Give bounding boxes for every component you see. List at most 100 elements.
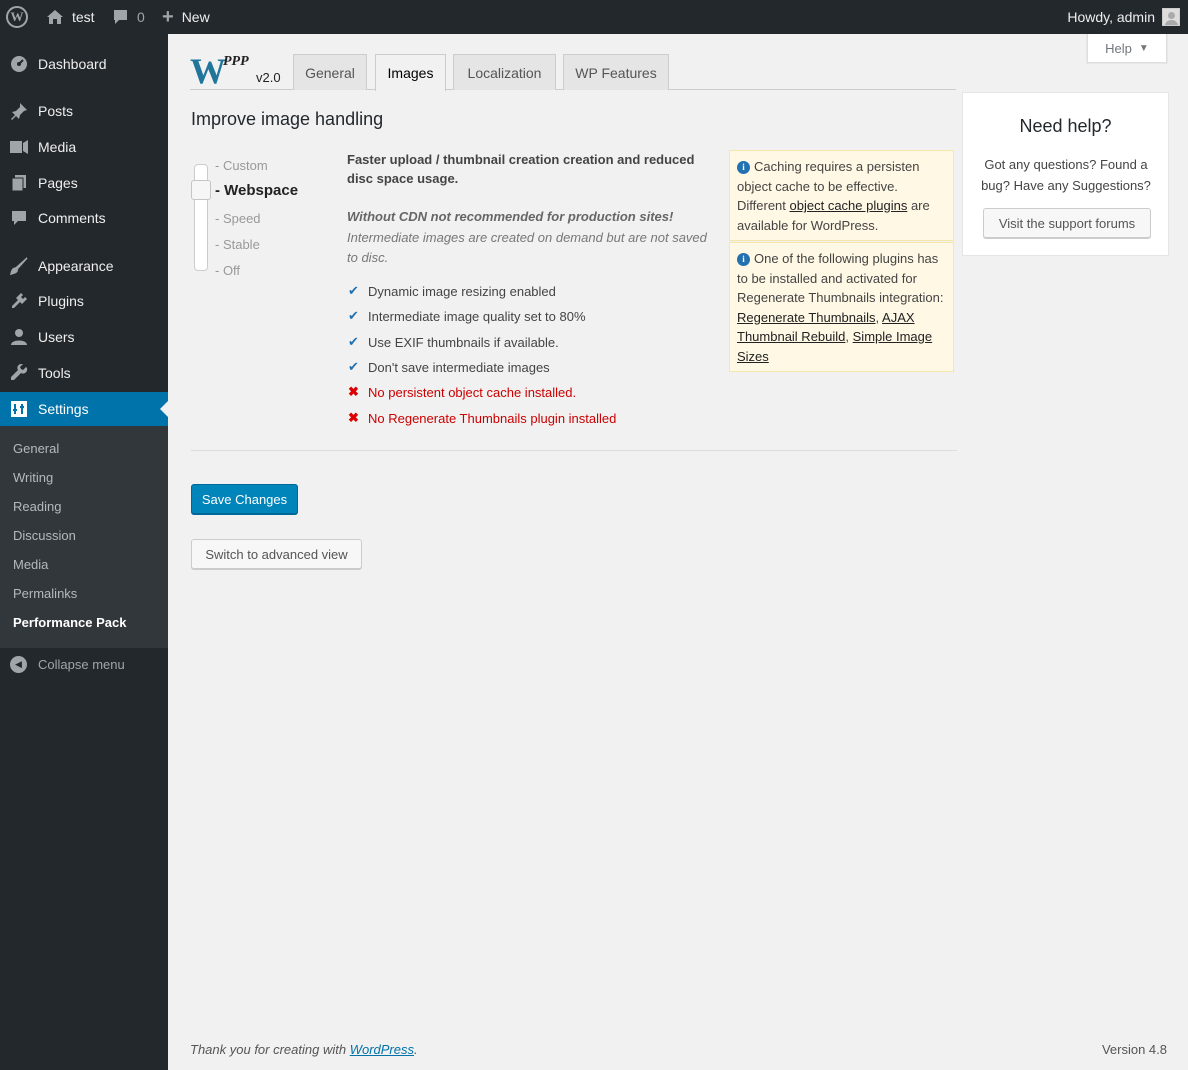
- level-custom[interactable]: - Custom: [215, 158, 268, 173]
- submenu-discussion[interactable]: Discussion: [13, 528, 76, 543]
- howdy-text: Howdy, admin: [1067, 9, 1155, 25]
- info-icon: i: [737, 161, 750, 174]
- avatar: [1162, 8, 1180, 26]
- check-text: Intermediate image quality set to 80%: [368, 308, 586, 324]
- checkmark-icon: ✔: [348, 334, 359, 349]
- comments-count: 0: [137, 9, 145, 25]
- submenu-writing[interactable]: Writing: [13, 470, 53, 485]
- menu-label: Settings: [38, 401, 89, 417]
- advanced-view-button[interactable]: Switch to advanced view: [191, 539, 362, 569]
- collapse-menu-button[interactable]: ◀ Collapse menu: [0, 652, 168, 676]
- collapse-arrow-icon: ◀: [10, 655, 27, 673]
- comment-bubble-icon: [112, 9, 129, 25]
- dashboard-icon: [0, 55, 38, 73]
- new-content-link[interactable]: + New: [162, 0, 210, 34]
- checkmark-icon: ✔: [348, 283, 359, 298]
- checkmark-icon: ✔: [348, 308, 359, 323]
- wordpress-logo-menu[interactable]: W: [6, 0, 30, 34]
- menu-label: Posts: [38, 103, 74, 119]
- submenu-general[interactable]: General: [13, 441, 59, 456]
- users-icon: [0, 328, 38, 346]
- help-box: Need help? Got any questions? Found a bu…: [962, 92, 1169, 256]
- pages-icon: [0, 174, 38, 192]
- submenu-media[interactable]: Media: [13, 557, 48, 572]
- help-box-title: Need help?: [1019, 116, 1112, 136]
- object-cache-plugins-link[interactable]: object cache plugins: [790, 198, 908, 213]
- submenu-reading[interactable]: Reading: [13, 499, 61, 514]
- menu-media[interactable]: Media: [0, 130, 168, 164]
- menu-tools[interactable]: Tools: [0, 356, 168, 390]
- menu-label: Pages: [38, 175, 78, 191]
- site-name-link[interactable]: test: [46, 0, 95, 34]
- plug-icon: [0, 292, 38, 310]
- checkmark-icon: ✔: [348, 359, 359, 374]
- pin-icon: [0, 102, 38, 120]
- logo-ppp: PPP: [223, 54, 249, 69]
- footer-version: Version 4.8: [1101, 1042, 1167, 1057]
- tab-localization[interactable]: Localization: [453, 54, 556, 90]
- menu-comments[interactable]: Comments: [0, 201, 168, 235]
- notice-text: One of the following plugins has to be i…: [737, 251, 944, 305]
- new-label: New: [181, 9, 210, 25]
- help-tab-button[interactable]: Help ▼: [1087, 34, 1167, 63]
- wordpress-link[interactable]: WordPress: [350, 1042, 414, 1057]
- object-cache-notice: i Caching requires a persisten object cac…: [729, 150, 954, 241]
- wrench-icon: [0, 364, 38, 382]
- check-text: Use EXIF thumbnails if available.: [368, 334, 559, 350]
- tab-images[interactable]: Images: [375, 54, 446, 91]
- check-item: ✔ Dynamic image resizing enabled: [348, 283, 556, 299]
- cross-icon: ✖: [348, 410, 359, 425]
- menu-pages[interactable]: Pages: [0, 166, 168, 200]
- save-changes-button[interactable]: Save Changes: [191, 484, 298, 514]
- section-heading: Improve image handling: [191, 109, 384, 129]
- check-text: No Regenerate Thumbnails plugin installe…: [368, 410, 617, 426]
- menu-settings[interactable]: Settings: [0, 392, 168, 426]
- level-warning: Without CDN not recommended for producti…: [347, 207, 721, 268]
- separator: ,: [845, 329, 853, 344]
- tab-general[interactable]: General: [293, 54, 367, 90]
- menu-dashboard[interactable]: Dashboard: [0, 47, 168, 81]
- help-box-text: Got any questions? Found a bug? Have any…: [981, 157, 1151, 193]
- check-text: Don't save intermediate images: [368, 359, 550, 375]
- submenu-permalinks[interactable]: Permalinks: [13, 586, 77, 601]
- comments-link[interactable]: 0: [112, 0, 145, 34]
- admin-bar: W test 0 + New Howdy, admin: [0, 0, 1188, 34]
- logo-mark: W: [190, 51, 226, 91]
- settings-icon: [0, 400, 38, 418]
- caret-down-icon: ▼: [1138, 42, 1149, 54]
- menu-posts[interactable]: Posts: [0, 94, 168, 128]
- menu-label: Dashboard: [38, 56, 107, 72]
- tab-wp-features[interactable]: WP Features: [563, 54, 669, 90]
- slider-handle[interactable]: [191, 180, 211, 200]
- menu-plugins[interactable]: Plugins: [0, 284, 168, 318]
- divider: [191, 450, 957, 451]
- level-stable[interactable]: - Stable: [215, 237, 260, 252]
- support-forums-button[interactable]: Visit the support forums: [983, 208, 1151, 238]
- menu-users[interactable]: Users: [0, 320, 168, 354]
- check-text: No persistent object cache installed.: [368, 384, 577, 400]
- home-icon: [46, 9, 64, 25]
- menu-label: Tools: [38, 365, 71, 381]
- footer-text: Thank you for creating with: [190, 1042, 350, 1057]
- regenerate-thumbnails-link[interactable]: Regenerate Thumbnails: [737, 310, 876, 325]
- warning-bold: Without CDN not recommended for producti…: [347, 209, 674, 224]
- regenerate-thumbnails-notice: i One of the following plugins has to be …: [729, 242, 954, 372]
- submenu-performance-pack[interactable]: Performance Pack: [13, 615, 126, 630]
- wordpress-logo-icon: W: [6, 6, 28, 28]
- brush-icon: [0, 257, 38, 275]
- my-account-menu[interactable]: Howdy, admin: [1067, 0, 1180, 34]
- footer-text: .: [414, 1042, 418, 1057]
- menu-label: Media: [38, 139, 77, 155]
- menu-appearance[interactable]: Appearance: [0, 249, 168, 283]
- menu-label: Appearance: [38, 258, 114, 274]
- level-speed[interactable]: - Speed: [215, 211, 261, 226]
- level-off[interactable]: - Off: [215, 263, 240, 278]
- footer-thanks: Thank you for creating with WordPress.: [190, 1042, 418, 1057]
- warning-text: Intermediate images are created on deman…: [347, 230, 707, 265]
- check-item-error: ✖ No Regenerate Thumbnails plugin instal…: [348, 410, 616, 426]
- menu-label: Comments: [38, 210, 106, 226]
- level-webspace[interactable]: - Webspace: [215, 182, 298, 199]
- check-item-error: ✖ No persistent object cache installed.: [348, 384, 576, 400]
- cross-icon: ✖: [348, 384, 359, 399]
- level-description: Faster upload / thumbnail creation creat…: [347, 152, 695, 186]
